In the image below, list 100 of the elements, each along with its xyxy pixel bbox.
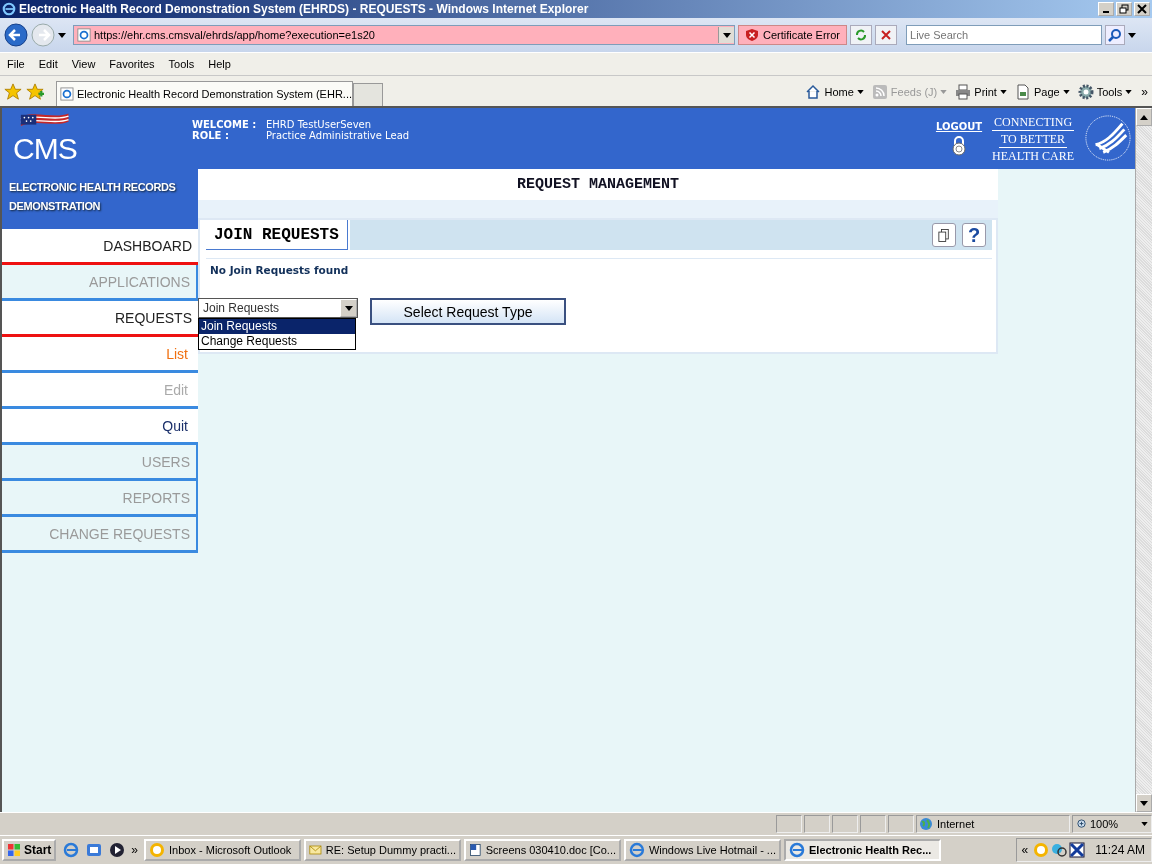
user-name: EHRD TestUserSeven <box>266 119 372 130</box>
role-label: ROLE : <box>192 130 230 141</box>
toolbar-button[interactable]: Print <box>952 84 1010 100</box>
refresh-icon <box>854 28 869 42</box>
logout-link[interactable]: LOGOUT <box>935 121 983 132</box>
desktop-icon[interactable] <box>86 842 103 858</box>
add-favorite-icon[interactable] <box>26 83 44 101</box>
menu-item[interactable]: View <box>64 58 103 70</box>
start-button[interactable]: Start <box>2 839 57 861</box>
menu-item[interactable]: Edit <box>31 58 65 70</box>
browser-icon <box>629 842 645 858</box>
status-message: No Join Requests found <box>209 263 350 276</box>
caret-icon[interactable] <box>1128 32 1137 38</box>
menu-item[interactable]: Tools <box>161 58 202 70</box>
nav-item[interactable]: REQUESTS <box>2 301 198 337</box>
menu-item[interactable]: Help <box>201 58 238 70</box>
tray-chevron[interactable]: « <box>1018 843 1032 857</box>
tagline-text: HEALTH CARE <box>991 148 1075 164</box>
quick-launch-chevron[interactable]: » <box>128 843 142 857</box>
taskbar-button[interactable]: Electronic Health Rec... <box>784 839 942 861</box>
browser-icon <box>789 842 806 858</box>
nav-subitem[interactable]: Quit <box>2 409 198 445</box>
zoom-button[interactable]: 100% <box>1072 815 1152 833</box>
certificate-error-button[interactable]: Certificate Error <box>738 25 848 45</box>
page-icon <box>1014 84 1031 100</box>
down-arrow-icon <box>1140 800 1148 806</box>
page-title: REQUEST MANAGEMENT <box>198 169 998 200</box>
address-field[interactable]: https://ehr.cms.cmsval/ehrds/app/home?execution=e1s20 <box>73 25 735 45</box>
taskbar-button[interactable]: Windows Live Hotmail - ... <box>624 839 782 861</box>
search-icon <box>1108 28 1123 42</box>
select-request-type-button[interactable]: Select Request Type <box>370 298 566 325</box>
caret-icon <box>940 90 948 94</box>
dropdown-option[interactable]: Change Requests <box>199 334 355 349</box>
caret-icon <box>856 90 864 94</box>
browser-icon <box>2 2 16 16</box>
status-pane <box>804 815 830 833</box>
shield-x-icon <box>745 28 759 42</box>
sidebar-title: ELECTRONIC HEALTH RECORDS DEMONSTRATION <box>2 169 198 229</box>
browser-icon[interactable] <box>63 842 80 858</box>
tagline-text: CONNECTING <box>992 114 1075 131</box>
play-icon[interactable] <box>109 842 126 858</box>
menu-item[interactable]: Favorites <box>102 58 162 70</box>
close-button[interactable] <box>1134 2 1150 16</box>
back-button[interactable] <box>4 23 28 47</box>
caret-icon <box>1141 822 1148 826</box>
caret-icon[interactable] <box>722 32 731 38</box>
stop-button[interactable] <box>875 25 898 45</box>
welcome-label: WELCOME : <box>192 119 258 130</box>
more-chevron[interactable]: » <box>1137 85 1152 99</box>
feed-icon <box>871 84 888 100</box>
vertical-scrollbar[interactable] <box>1135 108 1152 812</box>
gear-icon <box>1077 84 1094 100</box>
toolbar-button[interactable]: Page <box>1011 84 1073 100</box>
restore-button[interactable] <box>1116 2 1132 16</box>
toolbar-button[interactable]: Tools <box>1074 84 1136 100</box>
request-type-dropdown[interactable]: Join Requests <box>198 298 358 318</box>
copy-icon <box>938 227 950 243</box>
copy-button[interactable] <box>932 223 956 247</box>
up-arrow-icon <box>1140 114 1148 120</box>
close-icon <box>1137 4 1147 14</box>
status-pane <box>776 815 802 833</box>
stop-x-icon <box>879 28 894 42</box>
tagline-text: TO BETTER <box>999 131 1068 148</box>
restore-icon <box>1119 4 1129 14</box>
toolbar-button[interactable]: Home <box>802 84 867 100</box>
zoom-icon <box>1076 818 1087 830</box>
taskbar-button[interactable]: Inbox - Microsoft Outlook <box>144 839 302 861</box>
search-button[interactable] <box>1105 25 1126 45</box>
minimize-button[interactable] <box>1098 2 1114 16</box>
document-icon <box>469 842 482 858</box>
section-tab[interactable]: JOIN REQUESTS <box>206 220 348 250</box>
search-field[interactable]: Live Search <box>906 25 1103 45</box>
caret-icon <box>1062 90 1070 94</box>
clock: 11:24 AM <box>1095 843 1145 857</box>
taskbar-button[interactable]: RE: Setup Dummy practi... <box>304 839 462 861</box>
refresh-button[interactable] <box>850 25 873 45</box>
taskbar-button[interactable]: Screens 030410.doc [Co... <box>464 839 622 861</box>
page-icon <box>60 87 74 101</box>
browser-tab[interactable]: Electronic Health Record Demonstration System (EHR... <box>56 81 353 106</box>
caret-icon <box>344 305 353 311</box>
windows-flag-icon <box>7 843 21 857</box>
nav-item[interactable]: DASHBOARD <box>2 229 198 265</box>
caret-icon <box>1125 90 1133 94</box>
status-pane <box>888 815 914 833</box>
menu-item[interactable]: File <box>0 58 32 70</box>
envelope-icon <box>309 842 322 858</box>
security-zone: Internet <box>937 818 975 830</box>
tray-icon[interactable] <box>1051 842 1068 858</box>
favorites-star-icon[interactable] <box>4 83 22 101</box>
dropdown-option[interactable]: Join Requests <box>199 319 355 334</box>
window-title: Electronic Health Record Demonstration System (EHRDS) - REQUESTS - Windows Internet Explorer <box>19 2 589 16</box>
minimize-icon <box>1103 11 1109 13</box>
cms-logo: CMS <box>8 112 80 167</box>
caret-icon[interactable] <box>58 32 66 38</box>
caret-icon <box>999 90 1007 94</box>
tray-icon[interactable] <box>1069 842 1086 858</box>
help-button[interactable]: ? <box>962 223 986 247</box>
status-pane <box>832 815 858 833</box>
padlock-icon[interactable] <box>952 136 966 156</box>
house-icon <box>805 84 822 100</box>
